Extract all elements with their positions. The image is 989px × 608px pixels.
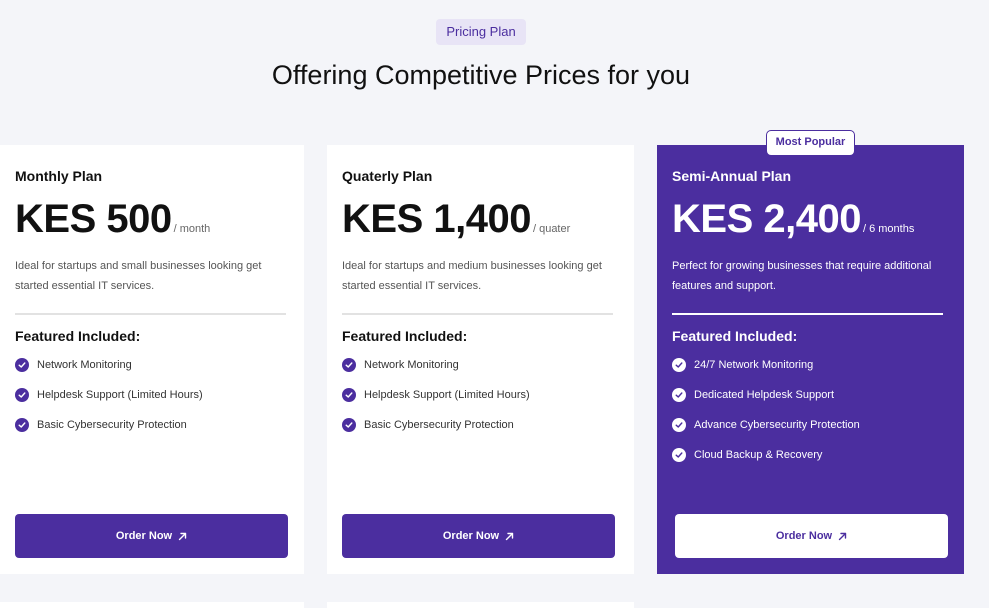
feature-item: 24/7 Network Monitoring bbox=[672, 358, 860, 388]
plan-name: Monthly Plan bbox=[15, 168, 103, 184]
check-circle-icon bbox=[15, 358, 29, 372]
next-card-edge bbox=[0, 602, 304, 608]
arrow-up-right-icon bbox=[505, 532, 514, 541]
section-badge: Pricing Plan bbox=[436, 19, 526, 45]
check-circle-icon bbox=[15, 388, 29, 402]
order-now-button[interactable]: Order Now bbox=[15, 514, 288, 558]
plan-price: KES 1,400/ quater bbox=[342, 197, 570, 242]
price-period: / month bbox=[173, 223, 211, 235]
feature-label: Network Monitoring bbox=[364, 359, 459, 371]
check-circle-icon bbox=[15, 418, 29, 432]
pricing-card-semi-annual: Semi-Annual Plan KES 2,400/ 6 months Per… bbox=[657, 145, 964, 574]
divider bbox=[342, 313, 613, 315]
plan-description: Perfect for growing businesses that requ… bbox=[672, 260, 932, 292]
plan-price: KES 500/ month bbox=[15, 197, 210, 242]
feature-item: Basic Cybersecurity Protection bbox=[342, 418, 530, 448]
price-period: / quater bbox=[532, 223, 571, 235]
check-circle-icon bbox=[672, 418, 686, 432]
check-circle-icon bbox=[672, 448, 686, 462]
arrow-up-right-icon bbox=[178, 532, 187, 541]
features-title: Featured Included: bbox=[15, 328, 141, 344]
feature-label: 24/7 Network Monitoring bbox=[694, 359, 814, 371]
feature-item: Helpdesk Support (Limited Hours) bbox=[342, 388, 530, 418]
feature-label: Advance Cybersecurity Protection bbox=[694, 419, 860, 431]
next-card-edge bbox=[327, 602, 634, 608]
price-amount: KES 500 bbox=[15, 197, 172, 241]
pricing-card-monthly: Monthly Plan KES 500/ month Ideal for st… bbox=[0, 145, 304, 574]
check-circle-icon bbox=[342, 418, 356, 432]
feature-item: Helpdesk Support (Limited Hours) bbox=[15, 388, 203, 418]
feature-item: Advance Cybersecurity Protection bbox=[672, 418, 860, 448]
plan-name: Quaterly Plan bbox=[342, 168, 433, 184]
plan-description: Ideal for startups and medium businesses… bbox=[342, 260, 602, 292]
button-label: Order Now bbox=[442, 530, 500, 542]
feature-label: Basic Cybersecurity Protection bbox=[37, 419, 187, 431]
check-circle-icon bbox=[672, 388, 686, 402]
arrow-up-right-icon bbox=[838, 532, 847, 541]
check-circle-icon bbox=[342, 388, 356, 402]
price-amount: KES 1,400 bbox=[342, 197, 531, 241]
pricing-card-quarterly: Quaterly Plan KES 1,400/ quater Ideal fo… bbox=[327, 145, 634, 574]
feature-label: Basic Cybersecurity Protection bbox=[364, 419, 514, 431]
feature-list: Network Monitoring Helpdesk Support (Lim… bbox=[342, 358, 530, 448]
check-circle-icon bbox=[672, 358, 686, 372]
features-title: Featured Included: bbox=[342, 328, 468, 344]
button-label: Order Now bbox=[115, 530, 173, 542]
plan-name: Semi-Annual Plan bbox=[672, 168, 792, 184]
feature-item: Dedicated Helpdesk Support bbox=[672, 388, 860, 418]
most-popular-badge: Most Popular bbox=[766, 130, 855, 156]
order-now-button[interactable]: Order Now bbox=[342, 514, 615, 558]
feature-list: Network Monitoring Helpdesk Support (Lim… bbox=[15, 358, 203, 448]
button-label: Order Now bbox=[775, 530, 833, 542]
features-title: Featured Included: bbox=[672, 328, 798, 344]
order-now-button[interactable]: Order Now bbox=[675, 514, 948, 558]
feature-item: Network Monitoring bbox=[15, 358, 203, 388]
feature-label: Dedicated Helpdesk Support bbox=[694, 389, 835, 401]
feature-item: Cloud Backup & Recovery bbox=[672, 448, 860, 478]
feature-item: Basic Cybersecurity Protection bbox=[15, 418, 203, 448]
divider bbox=[15, 313, 286, 315]
price-period: / 6 months bbox=[862, 223, 915, 235]
section-title: Offering Competitive Prices for you bbox=[271, 60, 691, 90]
divider bbox=[672, 313, 943, 315]
feature-label: Helpdesk Support (Limited Hours) bbox=[37, 389, 203, 401]
check-circle-icon bbox=[342, 358, 356, 372]
plan-description: Ideal for startups and small businesses … bbox=[15, 260, 262, 292]
feature-item: Network Monitoring bbox=[342, 358, 530, 388]
feature-label: Network Monitoring bbox=[37, 359, 132, 371]
feature-label: Cloud Backup & Recovery bbox=[694, 449, 823, 461]
plan-price: KES 2,400/ 6 months bbox=[672, 197, 914, 242]
price-amount: KES 2,400 bbox=[672, 197, 861, 241]
feature-label: Helpdesk Support (Limited Hours) bbox=[364, 389, 530, 401]
feature-list: 24/7 Network Monitoring Dedicated Helpde… bbox=[672, 358, 860, 478]
